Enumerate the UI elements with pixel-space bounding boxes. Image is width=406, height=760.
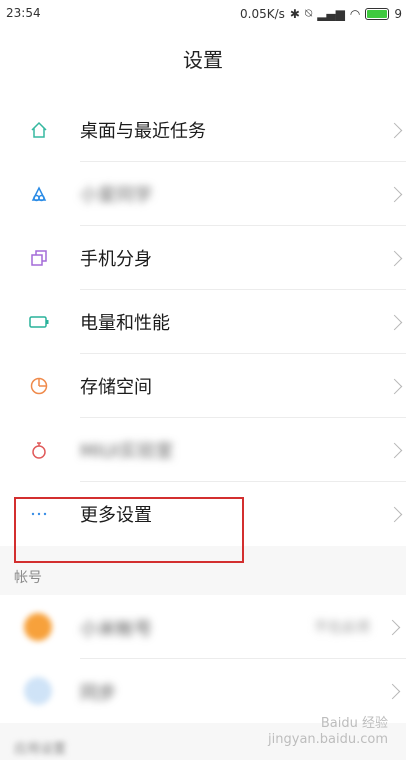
xiaoai-icon (28, 183, 50, 205)
chevron-right-icon (386, 250, 403, 266)
net-speed: 0.05K/s (240, 6, 285, 21)
home-icon (28, 119, 50, 141)
settings-item-battery[interactable]: 电量和性能 (0, 290, 406, 354)
settings-item-mi-account[interactable]: 小米帐号 不在此项 (0, 595, 406, 659)
settings-item-desktop[interactable]: 桌面与最近任务 (0, 98, 406, 162)
flask-icon (28, 439, 50, 461)
settings-item-sync[interactable]: 同步 (0, 659, 406, 723)
section-title-apps: 应用设置 (14, 742, 67, 757)
watermark-line1: Baidu 经验 (320, 716, 388, 731)
account-list: 小米帐号 不在此项 同步 (0, 595, 406, 723)
sync-icon (24, 677, 52, 705)
battery-level: 9 (394, 6, 402, 21)
settings-item-value: 不在此项 (314, 620, 370, 636)
settings-item-second-space[interactable]: 手机分身 (0, 226, 406, 290)
settings-list: 桌面与最近任务 小爱同学 手机分身 电量和性能 存储空间 MIUI实验室 更多设… (0, 98, 406, 546)
chevron-right-icon (386, 314, 403, 330)
wifi-icon: ◠ (349, 6, 361, 21)
chevron-right-icon (386, 506, 403, 522)
signal-icon: ▂▄▆ (317, 6, 345, 21)
chevron-right-icon (386, 186, 403, 202)
settings-item-label: 小爱同学 (80, 185, 152, 206)
settings-item-label: MIUI实验室 (80, 441, 174, 462)
settings-item-label: 电量和性能 (80, 313, 170, 334)
battery-icon (365, 7, 390, 20)
mi-account-icon (24, 613, 52, 641)
settings-item-miui-lab[interactable]: MIUI实验室 (0, 418, 406, 482)
chevron-right-icon (384, 683, 401, 700)
chevron-right-icon (386, 122, 403, 138)
chevron-right-icon (386, 378, 403, 394)
settings-item-label: 同步 (80, 683, 116, 704)
watermark-line2: jingyan.baidu.com (268, 732, 388, 747)
bluetooth-icon: ✱ (289, 6, 300, 21)
chevron-right-icon (386, 442, 403, 458)
pie-icon (28, 375, 50, 397)
settings-item-storage[interactable]: 存储空间 (0, 354, 406, 418)
header: 设置 (0, 28, 406, 98)
chevron-right-icon (384, 619, 401, 636)
settings-item-xiaoai[interactable]: 小爱同学 (0, 162, 406, 226)
watermark: Baidu 经验 jingyan.baidu.com (268, 716, 388, 748)
settings-item-label: 存储空间 (80, 377, 152, 398)
more-icon (28, 503, 50, 525)
clone-icon (28, 247, 50, 269)
battery-icon (28, 311, 50, 333)
status-time: 23:54 (6, 6, 41, 20)
settings-item-label: 桌面与最近任务 (80, 121, 206, 142)
section-title-account: 帐号 (14, 570, 42, 586)
status-right: 0.05K/s ✱ ⍉ ▂▄▆ ◠ 9 (240, 6, 402, 21)
silent-icon: ⍉ (304, 6, 313, 20)
settings-item-label: 手机分身 (80, 249, 152, 270)
settings-item-label: 更多设置 (80, 505, 152, 526)
settings-item-label: 小米帐号 (80, 619, 152, 640)
page-title: 设置 (183, 48, 223, 72)
settings-item-more[interactable]: 更多设置 (0, 482, 406, 546)
status-bar: 23:54 0.05K/s ✱ ⍉ ▂▄▆ ◠ 9 (0, 0, 406, 28)
